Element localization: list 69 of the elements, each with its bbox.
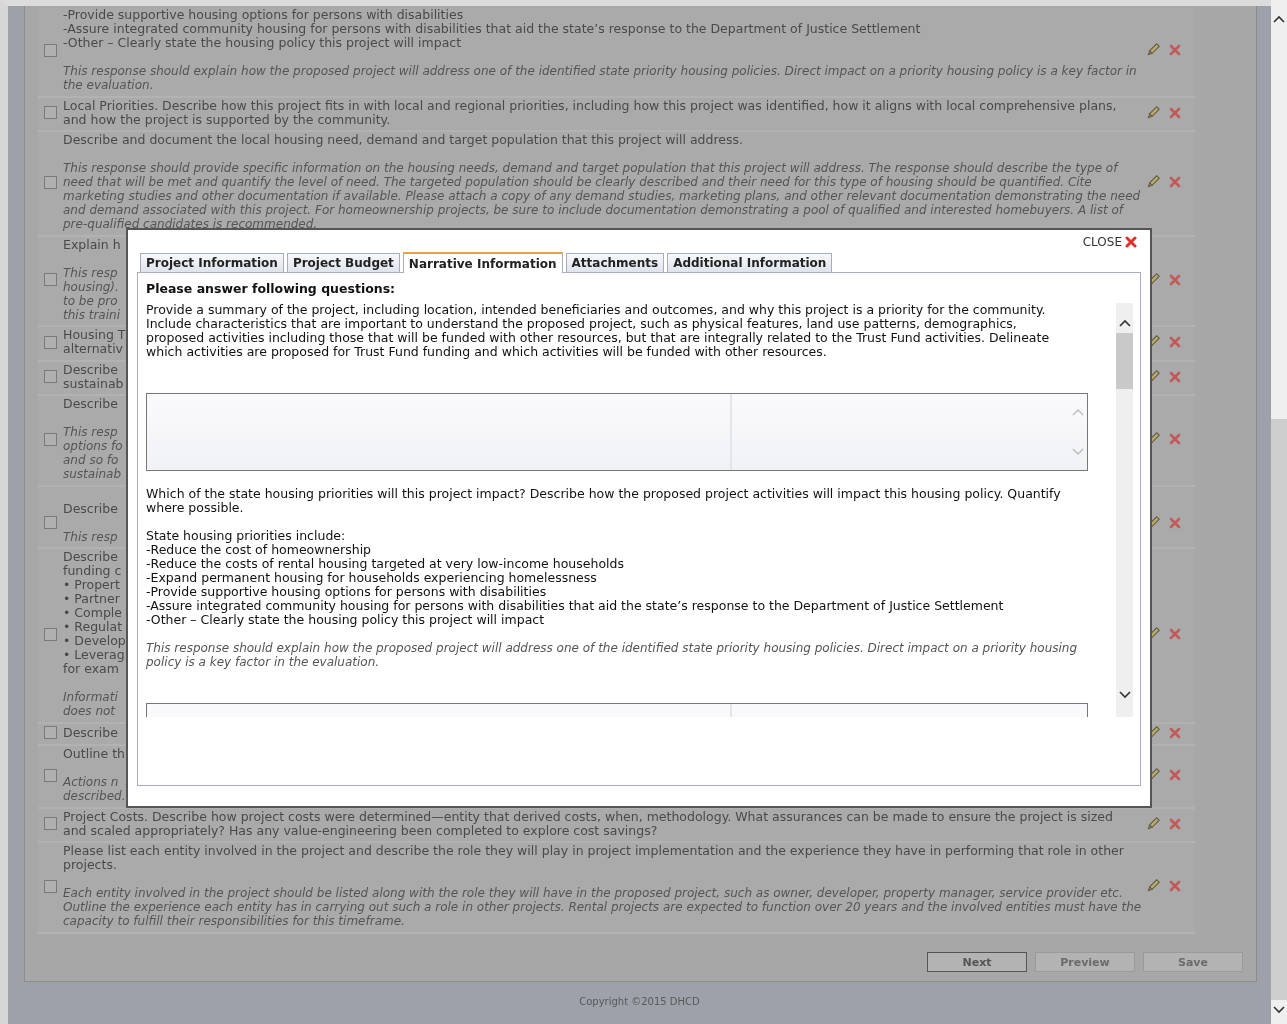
section-heading: Please answer following questions: [145,281,397,296]
checkbox[interactable] [44,175,57,189]
question-text: Describe sustainab [63,362,125,391]
guidance-note: This resp options fo and so fo sustainab [63,425,124,481]
question-text: Describe [63,501,119,516]
question-text: Describe [63,725,119,740]
scrollbar-thumb[interactable] [1271,419,1287,1000]
delete-icon[interactable] [1169,769,1181,781]
delete-icon[interactable] [1169,628,1181,640]
tab[interactable]: Narrative Information [402,252,563,273]
delete-icon[interactable] [1169,44,1181,56]
form-button[interactable]: Next [927,952,1027,972]
content-scrollbar[interactable] [1116,303,1133,717]
question-text: Provide a summary of the project, including location, intended beneficiaries and outcomes, and why this project is a priority for the community. Include characteristics that are important to understand the proposed project, such as physical features, land use patterns, demographics, proposed activities including those that will be funded with other resources, but that are integrally related to the Trust Fund activities. Delineate which activities are proposed for Trust Fund funding and which activities will be funded with other resources. [146,303,1051,359]
question-text: State housing priorities include: -Reduce the cost of homeownership -Reduce the costs of rental housing targeted at very low-income households -Expand permanent housing for households experiencing homelessness -Provide supportive housing options for persons with disabilities -Assure integrated community housing for persons with disabilities that aid the state’s response to the Department of Justice Settlement -Other – Clearly state the housing policy this project will impact [146,529,1005,627]
scroll-up-icon[interactable] [1273,15,1285,23]
question-text: Describe [63,397,119,411]
tab[interactable]: Project Budget [286,253,400,272]
question-text: Outline th [63,747,127,761]
checkbox[interactable] [44,273,57,286]
tab[interactable]: Project Information [140,253,284,272]
guidance-note: This resp housing). to be pro this traini [63,265,121,322]
question-text: Please list each entity involved in the project and describe the role they will play in project implementation and the experience they have in performing that role in other projects. [63,844,1125,872]
guidance-note: This resp [63,529,119,544]
checkbox[interactable] [44,516,57,529]
checkbox[interactable] [44,879,57,893]
delete-icon[interactable] [1169,273,1181,286]
question-text: Describe and document the local housing need, demand and target population that this project will address. [63,133,744,147]
delete-icon[interactable] [1169,106,1181,119]
copyright-text: Copyright ©2015 DHCD [578,996,701,1007]
tab[interactable]: Attachments [565,253,665,272]
delete-icon[interactable] [1169,726,1181,739]
delete-icon[interactable] [1169,336,1181,348]
checkbox[interactable] [44,106,57,119]
guidance-note: Actions n described. [63,775,127,803]
delete-icon[interactable] [1169,817,1181,830]
guidance-note: Informati does not [63,690,119,718]
question-text: Local Priorities. Describe how this project fits in with local and regional priorities, including how this project was identified, how it aligns with local comprehensive plans, and how the project is supported by the community. [63,98,1118,127]
question-text: -Provide supportive housing options for persons with disabilities -Assure integrated community housing for persons with disabilities that aid the state’s response to the Department of Justice Settlement -Other – Clearly state the housing policy this project will impact [63,8,922,50]
checkbox[interactable] [44,370,57,383]
tab[interactable]: Additional Information [667,253,833,272]
scroll-up-icon[interactable] [1118,319,1131,327]
close-button[interactable]: CLOSE [1082,234,1137,249]
delete-icon[interactable] [1169,433,1181,445]
checkbox[interactable] [44,43,57,57]
page-scrollbar[interactable] [1271,0,1287,1024]
checkbox[interactable] [44,726,57,739]
checkbox[interactable] [44,817,57,830]
checkbox[interactable] [44,432,57,446]
guidance-note: This response should explain how the proposed project will address one of the identified state priority housing policies. Direct impact on a priority housing policy is a key factor in the evaluation. [63,64,1138,92]
question-text: Which of the state housing priorities will this project impact? Describe how the proposed project activities will impact this housing policy. Quantify where possible. [146,487,1062,515]
delete-icon[interactable] [1169,370,1181,383]
checkbox[interactable] [44,627,57,641]
delete-icon[interactable] [1169,880,1181,892]
checkbox[interactable] [44,768,57,782]
guidance-note: This response should explain how the proposed project will address one of the identified state priority housing policies. Direct impact on a priority housing policy is a key factor in the evaluation. [146,641,1079,669]
guidance-note: Each entity involved in the project should be listed along with the role they will have in the proposed project, such as owner, developer, property manager, service provider etc. Outline the experience each entity has in carrying out such a role in other projects. Rental projects are expected to function over 20 years and the involved entities must have the capacity to fulfill their responsibilities for this timeframe. [63,886,1143,928]
delete-icon[interactable] [1169,176,1181,188]
question-text: Describe funding c • Propert • Partner • Comple • Regulat • Develop • Leverag for exam [63,550,127,676]
delete-icon[interactable] [1169,516,1181,529]
scrollbar-thumb[interactable] [1116,333,1133,389]
scroll-down-icon[interactable] [1118,691,1131,699]
close-icon [1125,235,1137,248]
question-text: Project Costs. Describe how project costs were determined—entity that derived costs, when, methodology. What assurances can be made to ensure the project is sized and scaled appropriately? Has any value-engineering been completed to explore cost savings? [63,809,1114,838]
question-text: Housing T alternativ [63,328,127,356]
checkbox[interactable] [44,335,57,349]
question-text: Explain h [63,237,122,252]
scroll-down-icon[interactable] [1273,1006,1285,1014]
guidance-note: This response should provide specific information on the housing needs, demand and target population that this project will address. The response should describe the type of need that will be met and quantify the level of need. The targeted population should be clearly described and their need for this type of housing should be quantified. Cite marketing studies and other documentation if available. Please attach a copy of any demand studies, marketing plans, and other relevant documentation demonstrating the need and demand associated with this project. For homeownership projects, be sure to include documentation demonstrating a pool of qualified and interested homebuyers. A list of pre-qualified candidates is recommended. [63,161,1142,231]
